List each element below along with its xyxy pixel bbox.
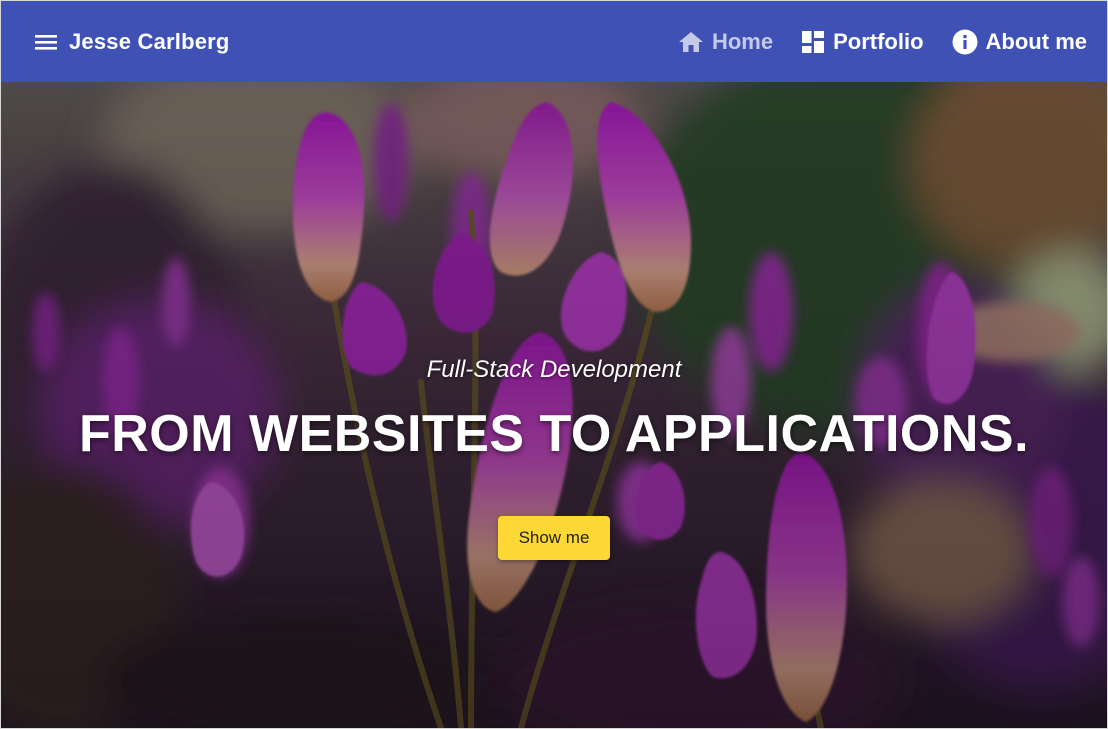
menu-icon [35,34,57,50]
nav-about-label: About me [985,28,1087,54]
hero-headline: FROM WEBSITES TO APPLICATIONS. [78,405,1030,463]
show-me-button[interactable]: Show me [498,516,610,560]
top-nav: Home Portfolio About me [678,29,1087,55]
nav-portfolio-label: Portfolio [833,28,924,54]
app-bar: Jesse Carlberg Home Portfolio About me [1,1,1107,82]
home-icon [678,31,703,52]
dashboard-icon [802,30,825,53]
hero-subtitle: Full-Stack Development [426,356,682,383]
menu-button[interactable] [33,29,59,55]
hero-section: Full-Stack Development FROM WEBSITES TO … [1,82,1107,728]
nav-home-label: Home [711,28,774,54]
info-icon [952,29,978,54]
nav-portfolio[interactable]: Portfolio [801,28,924,55]
browser-viewport: Jesse Carlberg Home Portfolio About me F… [0,0,1108,729]
hero-content: Full-Stack Development FROM WEBSITES TO … [1,82,1107,728]
nav-about[interactable]: About me [952,29,1087,55]
brand-title[interactable]: Jesse Carlberg [69,29,230,55]
nav-home[interactable]: Home [678,29,773,55]
